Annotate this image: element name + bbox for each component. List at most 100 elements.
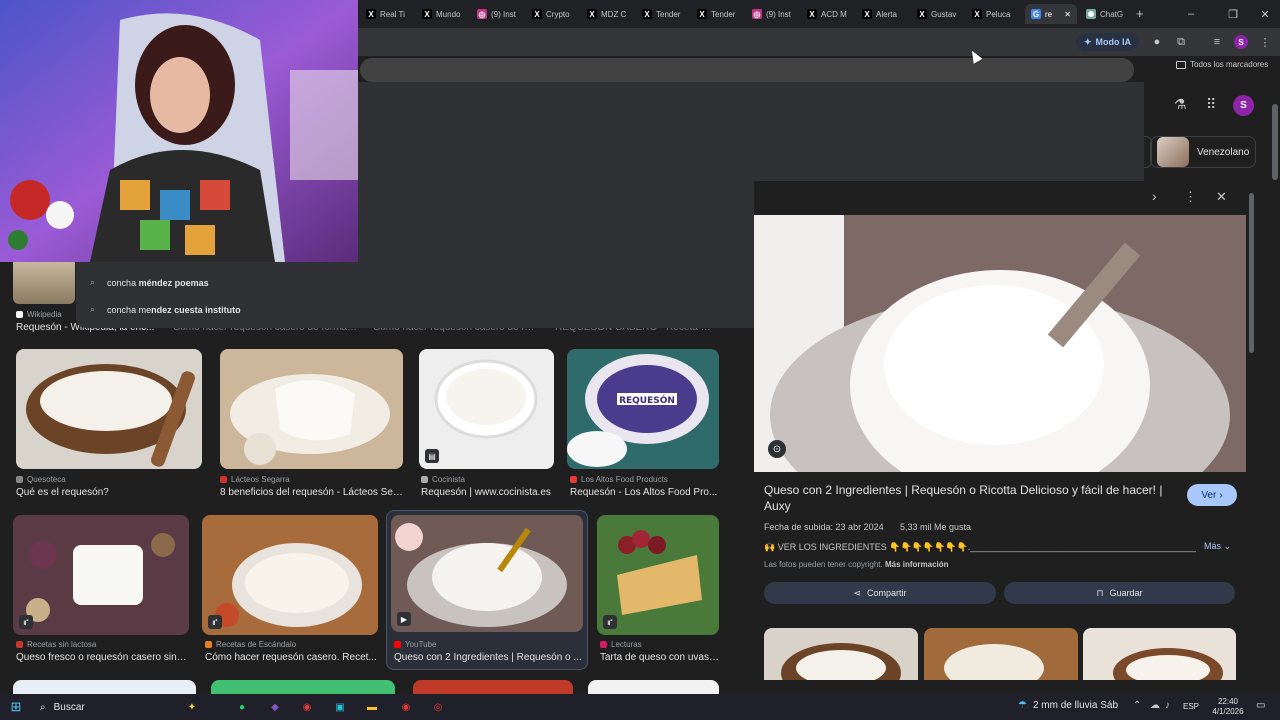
tab-label: Mundo [436,9,461,19]
volume-icon[interactable]: ♪ [1165,700,1170,711]
save-button[interactable]: ⊓ Guardar [1004,582,1235,604]
browser-tab[interactable]: X MDZ C [581,4,633,24]
image-thumb[interactable] [16,349,202,469]
copilot-icon[interactable]: ◆ [265,697,285,717]
image-thumb[interactable]: ⑈ [13,515,189,635]
image-title[interactable]: Requesón | www.cocinista.es [421,487,556,498]
account-avatar[interactable]: S [1233,95,1254,116]
apps-grid-icon[interactable]: ⠿ [1206,96,1216,113]
language-indicator[interactable]: ESP [1183,702,1199,711]
modo-ia-button[interactable]: ✦ Modo IA [1076,33,1140,51]
lens-icon[interactable]: ⊙ [768,440,786,458]
windows-start-icon[interactable]: ⊞ [6,697,26,717]
image-thumb[interactable] [13,680,196,694]
browser-tab[interactable]: ◎ (9) Inst [471,4,523,24]
browser-tab[interactable]: X Crypto [526,4,578,24]
preview-image[interactable]: ⊙ [754,215,1246,472]
tab-label: Tender [711,9,736,19]
close-window-icon[interactable]: ✕ [1254,4,1276,24]
tray-chevron-icon[interactable]: ⌃ [1133,700,1141,711]
suggestion-item[interactable]: ⌕ concha méndez poemas [90,277,209,288]
network-icon[interactable]: ☁ [1150,700,1160,711]
panel-scrollbar[interactable] [1247,181,1256,680]
browser-tab[interactable]: X Tender [636,4,688,24]
image-title[interactable]: Cómo hacer requesón casero. Recet... [205,652,378,663]
browser-tab[interactable]: X Gustav [911,4,963,24]
related-image[interactable] [764,628,918,680]
page-scroll-thumb[interactable] [1272,104,1278,180]
page-scrollbar[interactable] [1270,98,1280,694]
streamer-video [0,0,358,262]
search-icon: ⌕ [90,277,96,287]
recipe-icon: ⑈ [19,615,33,629]
image-title[interactable]: Queso con 2 Ingredientes | Requesón o ..… [394,652,582,663]
weather-widget[interactable]: ☂ 2 mm de lluvia Sáb [1018,700,1118,711]
chevron-right-icon: › [1219,489,1223,501]
browser-tab[interactable]: X ACD M [801,4,853,24]
hands-icon: 🙌 [764,542,776,552]
browser-tab[interactable]: X Tender [691,4,743,24]
image-thumb[interactable]: ⑈ [202,515,378,635]
site-icon [421,476,428,483]
minimize-icon[interactable]: – [1180,4,1202,24]
puzzle-icon[interactable]: ⧉ [1172,33,1190,51]
share-button[interactable]: ⋖ Compartir [764,582,996,604]
address-bar[interactable] [360,58,1134,82]
menu-icon[interactable]: ⋮ [1256,33,1274,51]
cheese-plate-image [220,349,403,469]
obs-icon[interactable]: ◎ [428,697,448,717]
next-arrow-icon[interactable]: › [1152,188,1157,204]
image-thumb[interactable] [413,680,573,694]
app-icon[interactable]: ▣ [330,697,350,717]
more-options-icon[interactable]: ⋮ [1184,189,1197,205]
browser-tab[interactable]: ◎ (9) Inst [746,4,798,24]
media-icon[interactable]: ≡ [1208,33,1226,51]
restore-icon[interactable]: ❐ [1222,4,1244,24]
browser-tab[interactable]: X Alerta [856,4,908,24]
new-tab-button[interactable]: + [1136,6,1144,21]
image-thumb[interactable]: REQUESÓN [567,349,719,469]
extension-icon[interactable]: ● [1148,33,1166,51]
image-title[interactable]: Queso fresco o requesón casero sin l... [16,652,189,663]
browser-tab[interactable]: Gre ✕ [1025,4,1077,24]
image-title[interactable]: 8 beneficios del requesón - Lácteos Seg.… [220,487,403,498]
folder-icon [1176,60,1186,69]
preview-title[interactable]: Queso con 2 Ingredientes | Requesón o Ri… [764,482,1174,514]
image-title[interactable]: Qué es el requesón? [16,487,202,498]
x-icon: X [697,9,707,19]
ver-button[interactable]: Ver › [1187,484,1237,506]
more-button[interactable]: Más ⌄ [1204,541,1231,552]
browser-tab[interactable]: X Real Ti [360,4,412,24]
all-bookmarks[interactable]: Todos los marcadores [1176,60,1268,69]
browser-tab[interactable]: X Peluca [966,4,1018,24]
panel-scroll-thumb[interactable] [1249,193,1254,353]
search-icon: ⌕ [40,701,46,713]
file-explorer-icon[interactable]: ▬ [362,697,382,717]
related-image[interactable] [1083,628,1236,680]
spotify-icon[interactable]: ● [232,697,252,717]
labs-icon[interactable]: ⚗ [1174,96,1187,113]
image-thumb[interactable] [588,680,719,694]
image-thumb[interactable]: ▶ [391,515,583,632]
browser-tab[interactable]: ✺ ChatG [1080,4,1132,24]
image-thumb[interactable]: ⑈ [597,515,719,635]
related-image[interactable] [924,628,1078,680]
image-title[interactable]: Tarta de queso con uvas ... [600,652,719,663]
image-title[interactable]: Requesón - Los Altos Food Pro... [570,487,719,498]
image-thumb-wikipedia[interactable] [13,262,75,304]
tab-label: re [1045,9,1053,19]
chip-venezolano[interactable]: Venezolano [1150,136,1256,168]
close-panel-icon[interactable]: ✕ [1216,189,1227,205]
browser-tab[interactable]: X Mundo [416,4,468,24]
profile-avatar[interactable]: S [1234,35,1248,49]
image-thumb[interactable] [220,349,403,469]
chrome-active-icon[interactable]: ◉ [396,697,416,717]
notifications-icon[interactable]: ▭ [1256,700,1265,711]
more-info-link[interactable]: Más información [885,560,949,569]
suggestion-item[interactable]: ⌕ concha mendez cuesta instituto [90,304,241,315]
clock[interactable]: 22:40 4/1/2026 [1208,697,1248,717]
image-thumb[interactable] [211,680,395,694]
chrome-icon[interactable]: ◉ [297,697,317,717]
image-thumb[interactable]: ▤ [419,349,554,469]
close-tab-icon[interactable]: ✕ [1064,10,1071,19]
